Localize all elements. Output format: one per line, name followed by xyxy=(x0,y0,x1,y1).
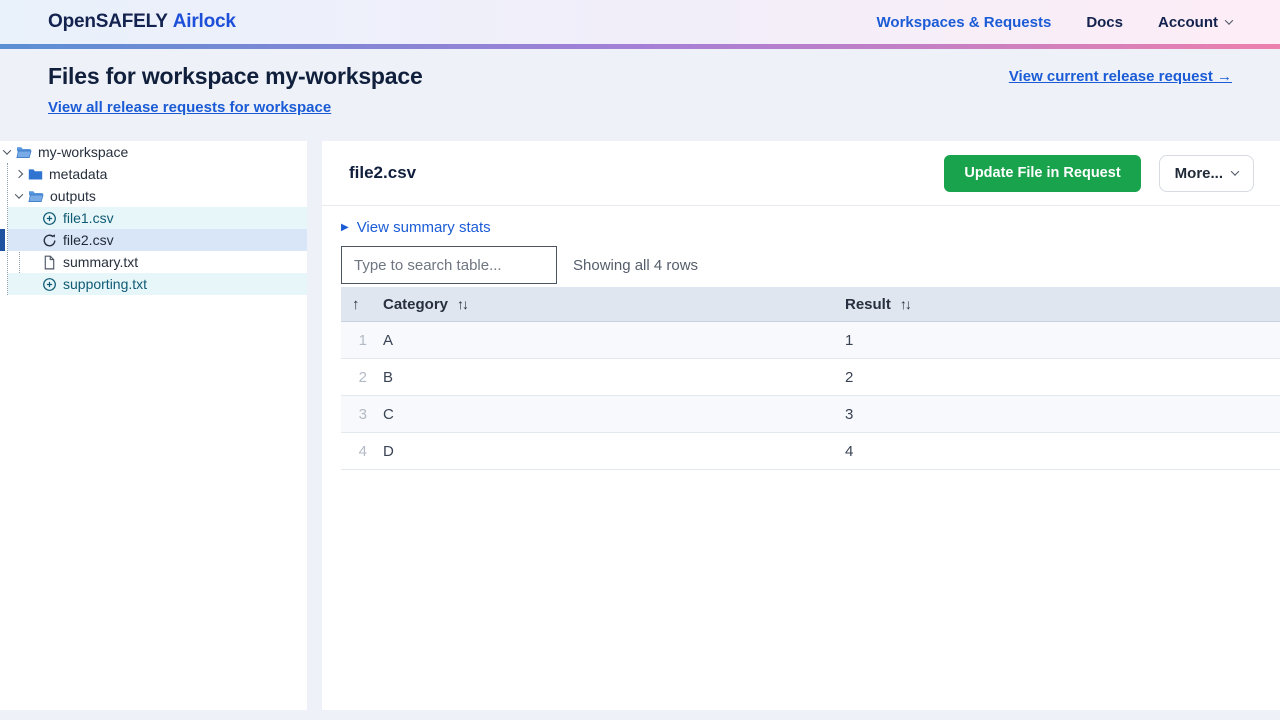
tree-item-label: file2.csv xyxy=(63,232,114,248)
file-tree-sidebar: my-workspace metadata outputs file1.csv xyxy=(0,141,307,710)
folder-open-icon xyxy=(28,190,44,203)
table-row: 2 B 2 xyxy=(341,359,1280,396)
more-button[interactable]: More... xyxy=(1158,154,1254,192)
navbar: OpenSAFELY Airlock Workspaces & Requests … xyxy=(0,0,1280,44)
tree-item-metadata[interactable]: metadata xyxy=(0,163,307,185)
category-cell: D xyxy=(383,442,394,460)
nav-links: Workspaces & Requests Docs Account xyxy=(877,13,1234,31)
category-cell: C xyxy=(383,405,394,423)
category-cell: B xyxy=(383,368,394,386)
rows-status: Showing all 4 rows xyxy=(573,256,699,274)
tree-item-label: metadata xyxy=(49,166,108,182)
nav-docs-link[interactable]: Docs xyxy=(1086,14,1123,31)
result-cell: 2 xyxy=(845,368,854,386)
chevron-down-icon xyxy=(14,190,24,199)
table-row: 3 C 3 xyxy=(341,396,1280,433)
category-column-header[interactable]: Category ↑↓ xyxy=(377,296,845,313)
tree-item-label: my-workspace xyxy=(38,144,129,160)
content-area: my-workspace metadata outputs file1.csv xyxy=(0,141,1280,710)
brand-primary: OpenSAFELY xyxy=(48,11,168,32)
result-column-header[interactable]: Result ↑↓ xyxy=(845,296,1280,313)
more-button-label: More... xyxy=(1174,164,1223,182)
document-icon xyxy=(42,255,57,270)
triangle-right-icon: ▶ xyxy=(341,221,349,233)
tree-item-outputs[interactable]: outputs xyxy=(0,185,307,207)
sort-ascending-icon: ↑ xyxy=(352,295,360,313)
sort-both-icon: ↑↓ xyxy=(899,296,912,312)
tree-item-file1-csv[interactable]: file1.csv xyxy=(8,207,307,229)
chevron-down-icon xyxy=(1224,16,1234,25)
row-number-column-header[interactable]: ↑ xyxy=(341,296,377,313)
chevron-down-icon xyxy=(2,146,12,155)
row-number: 3 xyxy=(358,405,367,423)
tree-item-supporting-txt[interactable]: supporting.txt xyxy=(8,273,307,295)
page-title: Files for workspace my-workspace xyxy=(48,63,423,89)
file-detail-header: file2.csv Update File in Request More... xyxy=(322,141,1280,206)
tree-item-summary-txt[interactable]: summary.txt xyxy=(8,251,307,273)
tree-item-label: supporting.txt xyxy=(63,276,148,292)
row-number: 2 xyxy=(358,368,367,386)
nav-account-menu[interactable]: Account xyxy=(1158,13,1234,31)
data-table: ↑ Category ↑↓ Result ↑↓ 1 A 1 2 B 2 3 C … xyxy=(341,287,1280,470)
view-current-release-request-link[interactable]: View current release request → xyxy=(1009,68,1232,85)
brand-secondary: Airlock xyxy=(172,11,236,32)
file-detail-panel: file2.csv Update File in Request More...… xyxy=(322,141,1280,710)
tree-item-label: summary.txt xyxy=(63,254,139,270)
chevron-right-icon xyxy=(14,169,24,179)
table-row: 1 A 1 xyxy=(341,322,1280,359)
circle-plus-icon xyxy=(42,211,57,226)
table-row: 4 D 4 xyxy=(341,433,1280,470)
folder-open-icon xyxy=(16,146,32,159)
table-header-row: ↑ Category ↑↓ Result ↑↓ xyxy=(341,287,1280,322)
nav-account-label: Account xyxy=(1158,13,1218,31)
table-search-input[interactable] xyxy=(341,246,557,284)
sort-both-icon: ↑↓ xyxy=(457,296,469,312)
tree-item-file2-csv[interactable]: file2.csv xyxy=(0,229,307,251)
row-number: 4 xyxy=(358,442,367,460)
page-header: Files for workspace my-workspace View cu… xyxy=(0,49,1280,141)
result-cell: 4 xyxy=(845,442,854,460)
folder-closed-icon xyxy=(28,168,43,181)
result-cell: 1 xyxy=(845,331,854,349)
column-header-label: Result xyxy=(845,295,891,313)
tree-item-label: file1.csv xyxy=(63,210,114,226)
content-gap xyxy=(307,141,322,710)
chevron-down-icon xyxy=(1230,167,1240,176)
tree-item-label: outputs xyxy=(50,188,96,204)
file-content-body: ▶ View summary stats Showing all 4 rows … xyxy=(322,206,1280,470)
view-summary-stats-toggle[interactable]: ▶ View summary stats xyxy=(341,219,491,236)
table-body: 1 A 1 2 B 2 3 C 3 4 D 4 xyxy=(341,322,1280,470)
restore-icon xyxy=(42,233,57,248)
circle-plus-icon xyxy=(42,277,57,292)
table-toolbar: Showing all 4 rows xyxy=(341,246,1280,284)
result-cell: 3 xyxy=(845,405,854,423)
tree-item-my-workspace[interactable]: my-workspace xyxy=(0,141,307,163)
column-header-label: Category xyxy=(383,295,449,313)
update-file-in-request-button[interactable]: Update File in Request xyxy=(944,154,1141,192)
file-title: file2.csv xyxy=(349,163,417,182)
view-all-release-requests-link[interactable]: View all release requests for workspace xyxy=(48,99,331,116)
brand-logo[interactable]: OpenSAFELY Airlock xyxy=(48,11,236,33)
category-cell: A xyxy=(383,331,394,349)
nav-workspaces-requests-link[interactable]: Workspaces & Requests xyxy=(877,14,1052,31)
summary-toggle-label: View summary stats xyxy=(356,219,491,236)
row-number: 1 xyxy=(358,331,367,349)
